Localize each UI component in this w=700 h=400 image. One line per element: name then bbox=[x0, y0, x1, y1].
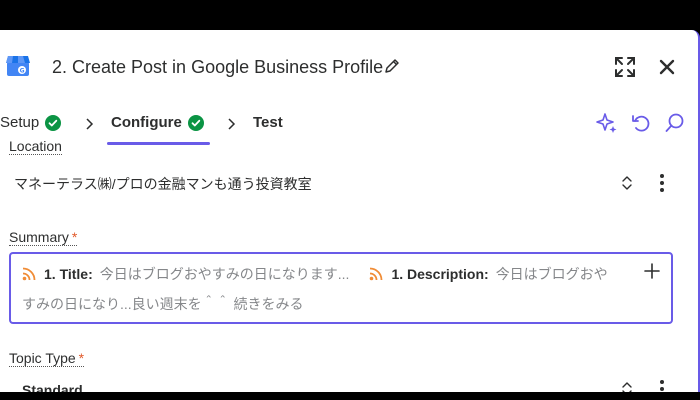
step-tabs: Setup Configure Test bbox=[0, 110, 698, 145]
pencil-icon[interactable] bbox=[384, 58, 400, 74]
tab-configure[interactable]: Configure bbox=[111, 114, 204, 131]
undo-icon[interactable] bbox=[630, 112, 652, 134]
svg-text:G: G bbox=[20, 68, 25, 75]
expand-icon[interactable] bbox=[614, 56, 636, 78]
google-business-profile-icon: G bbox=[6, 56, 30, 76]
chevron-right-icon bbox=[86, 118, 94, 130]
plus-icon[interactable] bbox=[644, 263, 660, 279]
summary-label-text: Summary bbox=[9, 229, 69, 245]
mapped-field-label[interactable]: 1. Description: bbox=[391, 266, 488, 282]
tab-setup[interactable]: Setup bbox=[0, 114, 62, 131]
topic-type-label-text: Topic Type bbox=[9, 350, 76, 366]
step-config-panel: G 2. Create Post in Google Business Prof… bbox=[0, 30, 700, 392]
summary-line-1: 1. Title: 今日はブログおやすみの日になります... 1. Descri… bbox=[22, 264, 608, 284]
active-tab-indicator bbox=[107, 142, 210, 145]
location-label: Location bbox=[9, 138, 62, 155]
mapped-field-value: 今日はブログおや bbox=[495, 266, 608, 282]
summary-line-2: すみの日になり...良い週末を＾＾ 続きをみる bbox=[22, 296, 304, 312]
select-arrows-icon[interactable] bbox=[620, 380, 634, 392]
panel-header: G 2. Create Post in Google Business Prof… bbox=[0, 30, 698, 102]
rss-icon bbox=[22, 267, 36, 281]
chevron-right-icon bbox=[228, 118, 236, 130]
rss-icon bbox=[370, 267, 383, 281]
mapped-field-value: 今日はブログおやすみの日になります... bbox=[99, 266, 350, 282]
required-mark: * bbox=[78, 350, 85, 366]
check-circle-icon bbox=[187, 114, 204, 131]
check-circle-icon bbox=[45, 114, 62, 131]
step-title: 2. Create Post in Google Business Profil… bbox=[52, 57, 384, 77]
location-select-value[interactable]: マネーテラス㈱/プロの金融マンも通う投資教室 bbox=[14, 174, 312, 194]
kebab-menu-icon[interactable] bbox=[658, 172, 666, 194]
tab-test[interactable]: Test bbox=[253, 114, 283, 131]
select-arrows-icon[interactable] bbox=[620, 174, 634, 192]
sparkle-icon[interactable] bbox=[596, 112, 618, 134]
search-icon[interactable] bbox=[664, 112, 686, 134]
tab-test-label: Test bbox=[253, 114, 283, 131]
topic-type-select-value[interactable]: Standard bbox=[22, 382, 83, 392]
close-icon[interactable] bbox=[656, 56, 678, 78]
topic-type-label: Topic Type * bbox=[9, 350, 85, 367]
kebab-menu-icon[interactable] bbox=[658, 378, 666, 392]
required-mark: * bbox=[71, 229, 78, 245]
tab-setup-label: Setup bbox=[0, 114, 40, 131]
screen-edge bbox=[0, 392, 700, 400]
summary-label: Summary * bbox=[9, 229, 78, 246]
tab-configure-label: Configure bbox=[111, 114, 182, 131]
mapped-field-label[interactable]: 1. Title: bbox=[44, 266, 93, 282]
